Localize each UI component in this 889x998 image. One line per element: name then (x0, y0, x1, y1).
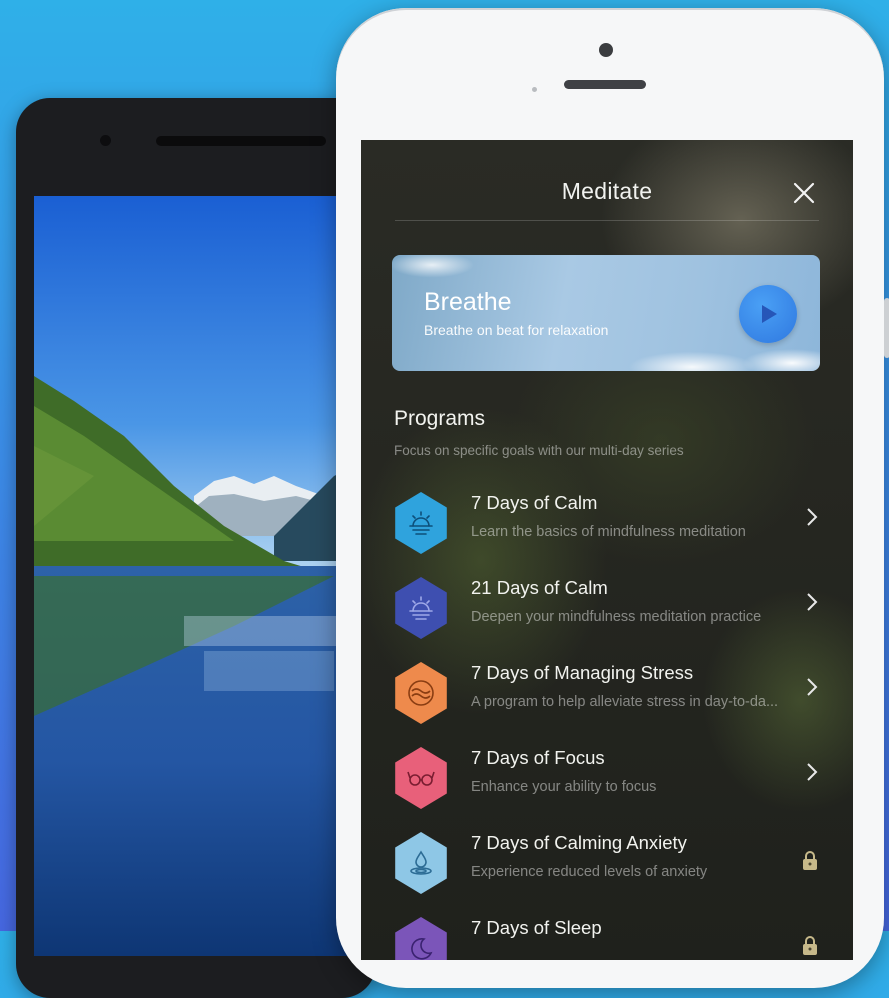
lake-landscape-image (34, 196, 376, 956)
waves-icon (395, 662, 447, 724)
program-description: Experience reduced levels of anxiety (471, 864, 708, 880)
lock-icon (803, 936, 817, 955)
program-title: 7 Days of Calm (471, 492, 598, 513)
program-item[interactable]: 21 Days of Calm Deepen your mindfulness … (361, 571, 853, 651)
camera-icon (100, 135, 111, 146)
programs-heading: Programs (394, 407, 486, 430)
program-title: 7 Days of Sleep (471, 917, 602, 938)
proximity-sensor (532, 87, 537, 92)
program-item[interactable]: 7 Days of Focus Enhance your ability to … (361, 741, 853, 821)
program-description: Enhance your ability to focus (471, 779, 657, 795)
page-title: Meditate (561, 178, 653, 204)
front-camera-icon (599, 43, 613, 57)
program-item[interactable]: 7 Days of Managing Stress A program to h… (361, 656, 853, 736)
lake-wallpaper (34, 196, 376, 956)
chevron-right-icon (807, 508, 818, 526)
chevron-right-icon (807, 763, 818, 781)
glasses-icon (395, 747, 447, 809)
side-button (884, 298, 889, 358)
sunrise-icon (395, 577, 447, 639)
earpiece-speaker (564, 80, 646, 89)
program-description: Deepen your mindfulness meditation pract… (471, 609, 762, 625)
chevron-right-icon (807, 678, 818, 696)
program-item[interactable]: 7 Days of Calming Anxiety Experience red… (361, 826, 853, 906)
programs-subtitle: Focus on specific goals with our multi-d… (394, 443, 684, 458)
play-icon (762, 305, 777, 323)
program-description: A program to help alleviate stress in da… (471, 694, 779, 710)
program-title: 7 Days of Calming Anxiety (471, 832, 687, 853)
iphone-device: Meditate Breathe Breathe on beat for rel… (336, 8, 889, 988)
chevron-right-icon (807, 593, 818, 611)
meditate-screen: Meditate Breathe Breathe on beat for rel… (361, 140, 853, 960)
program-title: 7 Days of Managing Stress (471, 662, 694, 683)
breathe-title: Breathe (424, 288, 512, 316)
program-title: 21 Days of Calm (471, 577, 608, 598)
lock-icon (803, 851, 817, 870)
program-item[interactable]: 7 Days of Calm Learn the basics of mindf… (361, 486, 853, 566)
breathe-subtitle: Breathe on beat for relaxation (424, 322, 609, 338)
program-description: Learn the basics of mindfulness meditati… (471, 524, 746, 540)
program-item[interactable]: 7 Days of Sleep (361, 911, 853, 960)
close-icon[interactable] (792, 181, 816, 205)
speaker-grille (156, 136, 326, 146)
breathe-card[interactable]: Breathe Breathe on beat for relaxation (392, 255, 820, 371)
play-button[interactable] (739, 285, 797, 343)
header-divider (395, 220, 819, 221)
moon-icon (395, 917, 447, 960)
water-drop-icon (395, 832, 447, 894)
android-phone (16, 98, 376, 998)
program-title: 7 Days of Focus (471, 747, 605, 768)
sunrise-icon (395, 492, 447, 554)
